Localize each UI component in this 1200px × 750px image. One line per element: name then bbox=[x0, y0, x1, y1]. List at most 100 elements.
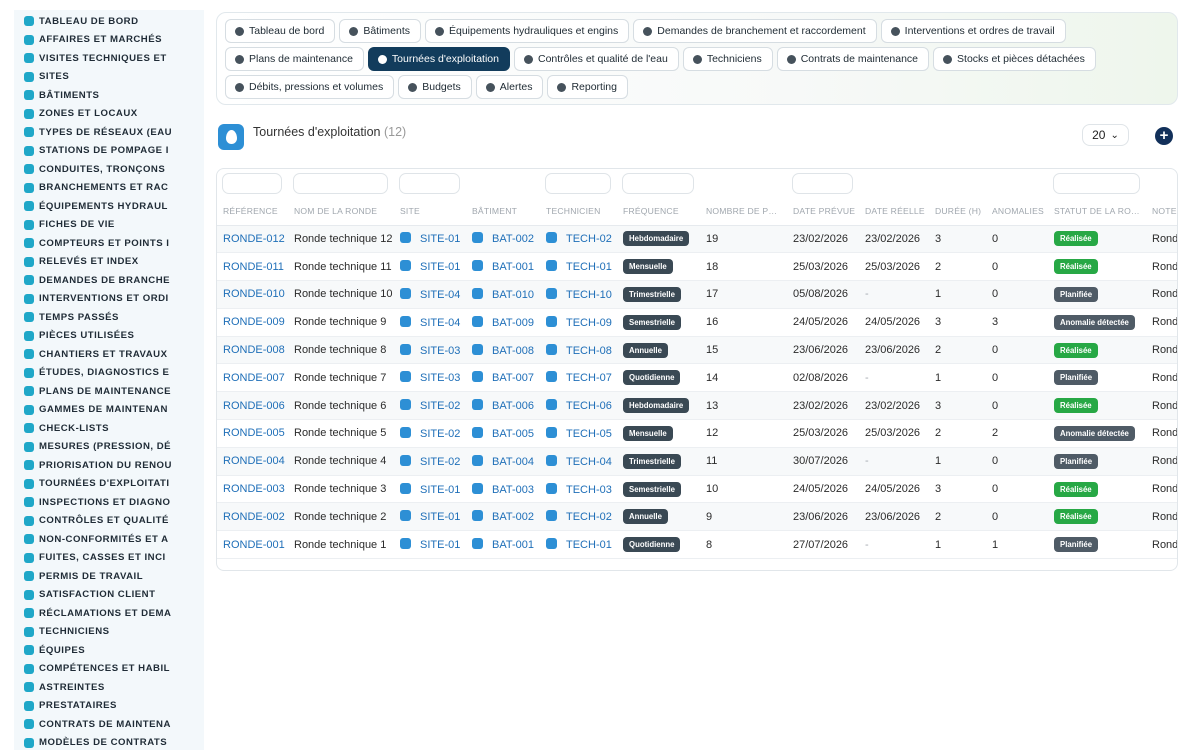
tab[interactable]: Stocks et pièces détachées bbox=[933, 47, 1096, 71]
technician-link[interactable]: TECH-05 bbox=[566, 428, 612, 440]
building-link[interactable]: BAT-010 bbox=[492, 289, 534, 301]
reference-link[interactable]: RONDE-008 bbox=[223, 344, 285, 356]
technician-link[interactable]: TECH-02 bbox=[566, 511, 612, 523]
sidebar-item[interactable]: MESURES (PRESSION, DÉ bbox=[14, 438, 204, 457]
sidebar-item[interactable]: CHECK-LISTS bbox=[14, 419, 204, 438]
table-row[interactable]: RONDE-011Ronde technique 11SITE-01BAT-00… bbox=[217, 253, 1178, 281]
sidebar-item[interactable]: PRESTATAIRES bbox=[14, 697, 204, 716]
sidebar-item[interactable]: ÉQUIPES bbox=[14, 641, 204, 660]
sidebar-item[interactable]: CONTRATS DE MAINTENA bbox=[14, 715, 204, 734]
filter-name-input[interactable] bbox=[293, 173, 388, 194]
sidebar-item[interactable]: TOURNÉES D'EXPLOITATI bbox=[14, 475, 204, 494]
site-link[interactable]: SITE-03 bbox=[420, 345, 460, 357]
building-link[interactable]: BAT-004 bbox=[492, 456, 534, 468]
technician-link[interactable]: TECH-07 bbox=[566, 372, 612, 384]
technician-link[interactable]: TECH-04 bbox=[566, 456, 612, 468]
site-link[interactable]: SITE-02 bbox=[420, 428, 460, 440]
sidebar-item[interactable]: AFFAIRES ET MARCHÉS bbox=[14, 31, 204, 50]
sidebar-item[interactable]: ZONES ET LOCAUX bbox=[14, 105, 204, 124]
sidebar-item[interactable]: CONDUITES, TRONÇONS bbox=[14, 160, 204, 179]
sidebar-item[interactable]: NON-CONFORMITÉS ET A bbox=[14, 530, 204, 549]
column-header[interactable]: SITE bbox=[394, 197, 466, 225]
sidebar-item[interactable]: SATISFACTION CLIENT bbox=[14, 586, 204, 605]
column-header[interactable]: NOM DE LA RONDE bbox=[288, 197, 394, 225]
table-row[interactable]: RONDE-004Ronde technique 4SITE-02BAT-004… bbox=[217, 447, 1178, 475]
sidebar-item[interactable]: BRANCHEMENTS ET RAC bbox=[14, 179, 204, 198]
sidebar-item[interactable]: TYPES DE RÉSEAUX (EAU bbox=[14, 123, 204, 142]
sidebar-item[interactable]: TABLEAU DE BORD bbox=[14, 12, 204, 31]
reference-link[interactable]: RONDE-006 bbox=[223, 400, 285, 412]
column-header[interactable]: STATUT DE LA RO… bbox=[1048, 197, 1146, 225]
building-link[interactable]: BAT-009 bbox=[492, 317, 534, 329]
sidebar-item[interactable]: MODÈLES DE CONTRATS bbox=[14, 734, 204, 750]
tab[interactable]: Plans de maintenance bbox=[225, 47, 364, 71]
technician-link[interactable]: TECH-01 bbox=[566, 261, 612, 273]
column-header[interactable]: DURÉE (H) bbox=[929, 197, 986, 225]
tab[interactable]: Reporting bbox=[547, 75, 628, 99]
site-link[interactable]: SITE-04 bbox=[420, 289, 460, 301]
tab[interactable]: Tournées d'exploitation bbox=[368, 47, 510, 71]
tab[interactable]: Interventions et ordres de travail bbox=[881, 19, 1066, 43]
reference-link[interactable]: RONDE-005 bbox=[223, 427, 285, 439]
sidebar-item[interactable]: COMPÉTENCES ET HABIL bbox=[14, 660, 204, 679]
filter-ref-input[interactable] bbox=[222, 173, 282, 194]
site-link[interactable]: SITE-01 bbox=[420, 233, 460, 245]
table-row[interactable]: RONDE-010Ronde technique 10SITE-04BAT-01… bbox=[217, 281, 1178, 309]
site-link[interactable]: SITE-01 bbox=[420, 261, 460, 273]
reference-link[interactable]: RONDE-001 bbox=[223, 539, 285, 551]
building-link[interactable]: BAT-007 bbox=[492, 372, 534, 384]
building-link[interactable]: BAT-002 bbox=[492, 511, 534, 523]
sidebar-item[interactable]: RÉCLAMATIONS ET DEMA bbox=[14, 604, 204, 623]
reference-link[interactable]: RONDE-007 bbox=[223, 372, 285, 384]
tab[interactable]: Techniciens bbox=[683, 47, 773, 71]
building-link[interactable]: BAT-001 bbox=[492, 261, 534, 273]
column-header[interactable]: BÂTIMENT bbox=[466, 197, 540, 225]
sidebar-item[interactable]: PIÈCES UTILISÉES bbox=[14, 327, 204, 346]
site-link[interactable]: SITE-02 bbox=[420, 456, 460, 468]
tab[interactable]: Alertes bbox=[476, 75, 544, 99]
sidebar-item[interactable]: SITES bbox=[14, 68, 204, 87]
table-row[interactable]: RONDE-002Ronde technique 2SITE-01BAT-002… bbox=[217, 503, 1178, 531]
tab[interactable]: Contrats de maintenance bbox=[777, 47, 929, 71]
site-link[interactable]: SITE-01 bbox=[420, 511, 460, 523]
site-link[interactable]: SITE-02 bbox=[420, 400, 460, 412]
reference-link[interactable]: RONDE-009 bbox=[223, 316, 285, 328]
sidebar-item[interactable]: ÉQUIPEMENTS HYDRAUL bbox=[14, 197, 204, 216]
sidebar-item[interactable]: INSPECTIONS ET DIAGNO bbox=[14, 493, 204, 512]
filter-date-input[interactable] bbox=[792, 173, 853, 194]
filter-freq-input[interactable] bbox=[622, 173, 694, 194]
building-link[interactable]: BAT-001 bbox=[492, 539, 534, 551]
sidebar-item[interactable]: FUITES, CASSES ET INCI bbox=[14, 549, 204, 568]
reference-link[interactable]: RONDE-002 bbox=[223, 511, 285, 523]
sidebar-item[interactable]: ASTREINTES bbox=[14, 678, 204, 697]
building-link[interactable]: BAT-005 bbox=[492, 428, 534, 440]
sidebar-item[interactable]: CONTRÔLES ET QUALITÉ bbox=[14, 512, 204, 531]
sidebar-item[interactable]: PERMIS DE TRAVAIL bbox=[14, 567, 204, 586]
filter-site-input[interactable] bbox=[399, 173, 460, 194]
sidebar-item[interactable]: GAMMES DE MAINTENAN bbox=[14, 401, 204, 420]
technician-link[interactable]: TECH-09 bbox=[566, 317, 612, 329]
add-record-button[interactable]: + bbox=[1155, 127, 1173, 145]
sidebar-item[interactable]: RELEVÉS ET INDEX bbox=[14, 253, 204, 272]
tab[interactable]: Demandes de branchement et raccordement bbox=[633, 19, 876, 43]
technician-link[interactable]: TECH-10 bbox=[566, 289, 612, 301]
tab[interactable]: Contrôles et qualité de l'eau bbox=[514, 47, 679, 71]
sidebar-item[interactable]: STATIONS DE POMPAGE I bbox=[14, 142, 204, 161]
sidebar-item[interactable]: BÂTIMENTS bbox=[14, 86, 204, 105]
reference-link[interactable]: RONDE-011 bbox=[223, 261, 284, 273]
technician-link[interactable]: TECH-06 bbox=[566, 400, 612, 412]
table-row[interactable]: RONDE-008Ronde technique 8SITE-03BAT-008… bbox=[217, 336, 1178, 364]
tab[interactable]: Tableau de bord bbox=[225, 19, 335, 43]
site-link[interactable]: SITE-01 bbox=[420, 484, 460, 496]
sidebar-item[interactable]: TEMPS PASSÉS bbox=[14, 308, 204, 327]
site-link[interactable]: SITE-03 bbox=[420, 372, 460, 384]
table-row[interactable]: RONDE-003Ronde technique 3SITE-01BAT-003… bbox=[217, 475, 1178, 503]
technician-link[interactable]: TECH-01 bbox=[566, 539, 612, 551]
technician-link[interactable]: TECH-08 bbox=[566, 345, 612, 357]
sidebar-item[interactable]: CHANTIERS ET TRAVAUX bbox=[14, 345, 204, 364]
table-row[interactable]: RONDE-012Ronde technique 12SITE-01BAT-00… bbox=[217, 225, 1178, 253]
tab[interactable]: Bâtiments bbox=[339, 19, 421, 43]
sidebar-item[interactable]: VISITES TECHNIQUES ET bbox=[14, 49, 204, 68]
reference-link[interactable]: RONDE-010 bbox=[223, 288, 285, 300]
sidebar-item[interactable]: PLANS DE MAINTENANCE bbox=[14, 382, 204, 401]
